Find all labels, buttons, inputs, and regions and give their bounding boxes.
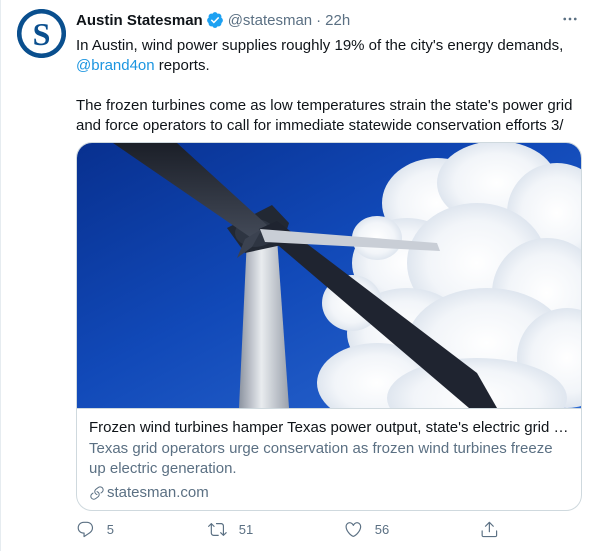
retweet-icon [208, 523, 227, 536]
reply-button[interactable]: 5 [76, 520, 114, 539]
link-icon [90, 486, 104, 500]
avatar[interactable]: S [17, 9, 66, 58]
retweet-button[interactable]: 51 [208, 520, 253, 539]
share-button[interactable] [480, 520, 499, 539]
avatar-letter: S [33, 16, 51, 52]
display-name[interactable]: Austin Statesman [76, 12, 203, 29]
reply-count: 5 [106, 521, 114, 537]
timeline-border [0, 0, 1, 551]
reply-icon [77, 521, 94, 538]
tweet-actions: 5 51 56 [76, 520, 506, 542]
card-domain[interactable]: statesman.com [89, 483, 571, 503]
handle[interactable]: @statesman [228, 12, 312, 29]
retweet-count: 51 [238, 521, 254, 537]
card-description: Texas grid operators urge conservation a… [89, 440, 553, 477]
tweet-header: Austin Statesman @statesman · 22h [76, 10, 350, 30]
card-image [77, 143, 581, 409]
card-title[interactable]: Frozen wind turbines hamper Texas power … [89, 418, 571, 438]
heart-icon [345, 522, 362, 537]
mention-link[interactable]: @brand4on [76, 57, 155, 74]
card-text: Frozen wind turbines hamper Texas power … [89, 418, 571, 503]
tweet-text: In Austin, wind power supplies roughly 1… [76, 36, 586, 136]
card-domain-text: statesman.com [107, 484, 209, 501]
verified-badge-icon [206, 11, 224, 29]
timestamp[interactable]: 22h [325, 12, 350, 29]
link-card[interactable]: Frozen wind turbines hamper Texas power … [76, 142, 582, 511]
tweet-text-part: In Austin, wind power supplies roughly 1… [76, 37, 564, 54]
like-button[interactable]: 56 [344, 520, 389, 539]
like-count: 56 [374, 521, 390, 537]
tweet[interactable]: S Austin Statesman @statesman · 22h In A… [0, 0, 598, 551]
tweet-paragraph-2: The frozen turbines come as low temperat… [76, 97, 573, 134]
separator-dot: · [316, 11, 322, 29]
tweet-paragraph-1: In Austin, wind power supplies roughly 1… [76, 36, 586, 76]
more-icon[interactable] [558, 10, 582, 28]
tweet-text-part: reports. [154, 57, 210, 74]
share-icon [481, 521, 498, 538]
